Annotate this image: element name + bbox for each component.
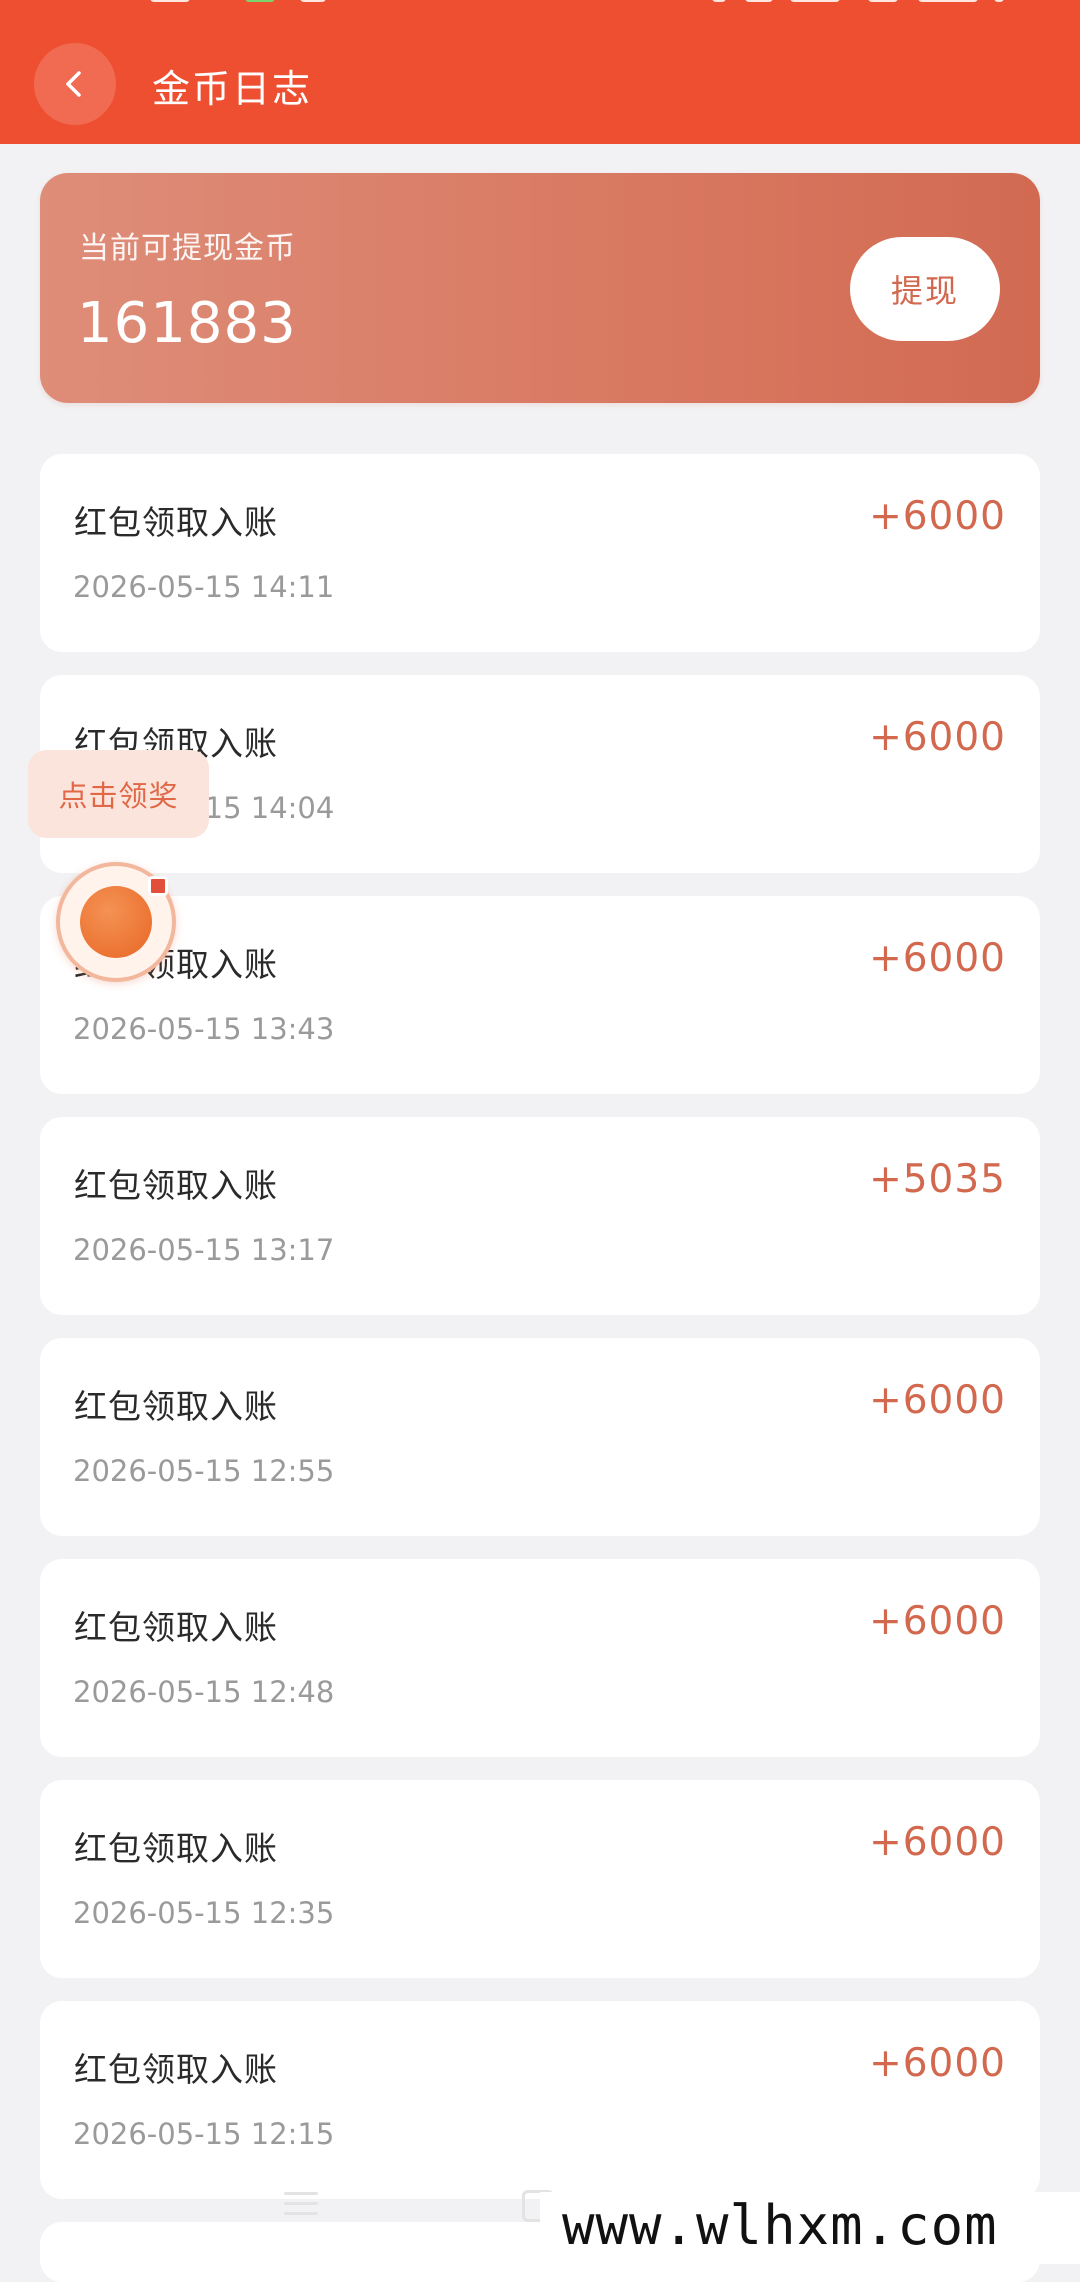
reward-ball-icon[interactable] bbox=[56, 862, 176, 982]
balance-card: 当前可提现金币 161883 提现 bbox=[40, 173, 1040, 403]
status-time-fragment bbox=[150, 0, 190, 2]
record-item[interactable]: 红包领取入账 2026-05-15 12:35 +6000 bbox=[40, 1780, 1040, 1978]
record-amount: +6000 bbox=[869, 494, 1006, 539]
record-amount: +6000 bbox=[869, 715, 1006, 760]
record-item[interactable]: 红包领取入账 2026-05-15 12:55 +6000 bbox=[40, 1338, 1040, 1536]
chevron-left-icon bbox=[66, 71, 81, 97]
app-header: 金币日志 bbox=[0, 0, 1080, 144]
balance-label: 当前可提现金币 bbox=[79, 231, 296, 266]
record-time: 2026-05-15 12:15 bbox=[73, 2117, 335, 2151]
back-button[interactable] bbox=[34, 43, 116, 125]
withdraw-button[interactable]: 提现 bbox=[850, 237, 1000, 341]
record-item[interactable]: 红包领取入账 2026-05-15 13:17 +5035 bbox=[40, 1117, 1040, 1315]
menu-icon bbox=[284, 2192, 318, 2218]
record-title: 红包领取入账 bbox=[74, 503, 278, 542]
record-title: 红包领取入账 bbox=[74, 1829, 278, 1868]
battery-saver-icon bbox=[245, 0, 275, 2]
page-title: 金币日志 bbox=[152, 67, 313, 111]
record-time: 2026-05-15 13:17 bbox=[73, 1233, 335, 1267]
record-title: 红包领取入账 bbox=[74, 1166, 278, 1205]
balance-value: 161883 bbox=[77, 291, 297, 356]
record-item[interactable]: 红包领取入账 2026-05-15 12:48 +6000 bbox=[40, 1559, 1040, 1757]
record-time: 2026-05-15 14:11 bbox=[73, 570, 335, 604]
alarm-icon bbox=[745, 0, 773, 2]
claim-reward-button[interactable]: 点击领奖 bbox=[28, 750, 209, 838]
watermark-text: www.wlhxm.com bbox=[562, 2194, 998, 2257]
watermark-bar: www.wlhxm.com bbox=[540, 2192, 1080, 2264]
notification-dot bbox=[148, 876, 168, 896]
record-title: 红包领取入账 bbox=[74, 1387, 278, 1426]
record-amount: +5035 bbox=[869, 1157, 1006, 1202]
reward-ball-core bbox=[80, 886, 152, 958]
record-time: 2026-05-15 12:48 bbox=[73, 1675, 335, 1709]
record-amount: +6000 bbox=[869, 1599, 1006, 1644]
record-item[interactable]: 红包领取入账 2026-05-15 13:43 +6000 bbox=[40, 896, 1040, 1094]
wifi-icon bbox=[868, 0, 898, 2]
record-item[interactable]: 红包领取入账 2026-05-15 14:11 +6000 bbox=[40, 454, 1040, 652]
record-title: 红包领取入账 bbox=[74, 1608, 278, 1647]
charging-icon bbox=[994, 0, 1004, 2]
record-time: 2026-05-15 13:43 bbox=[73, 1012, 335, 1046]
notification-icon bbox=[300, 0, 326, 2]
status-bar bbox=[0, 0, 1080, 10]
record-amount: +6000 bbox=[869, 2041, 1006, 2086]
location-icon bbox=[712, 0, 726, 2]
record-title: 红包领取入账 bbox=[74, 2050, 278, 2089]
record-amount: +6000 bbox=[869, 1378, 1006, 1423]
record-time: 2026-05-15 12:55 bbox=[73, 1454, 335, 1488]
record-time: 2026-05-15 12:35 bbox=[73, 1896, 335, 1930]
record-item[interactable]: 红包领取入账 2026-05-15 12:15 +6000 bbox=[40, 2001, 1040, 2199]
record-amount: +6000 bbox=[869, 1820, 1006, 1865]
battery-icon bbox=[918, 0, 978, 2]
signal-icon bbox=[790, 0, 840, 2]
record-amount: +6000 bbox=[869, 936, 1006, 981]
